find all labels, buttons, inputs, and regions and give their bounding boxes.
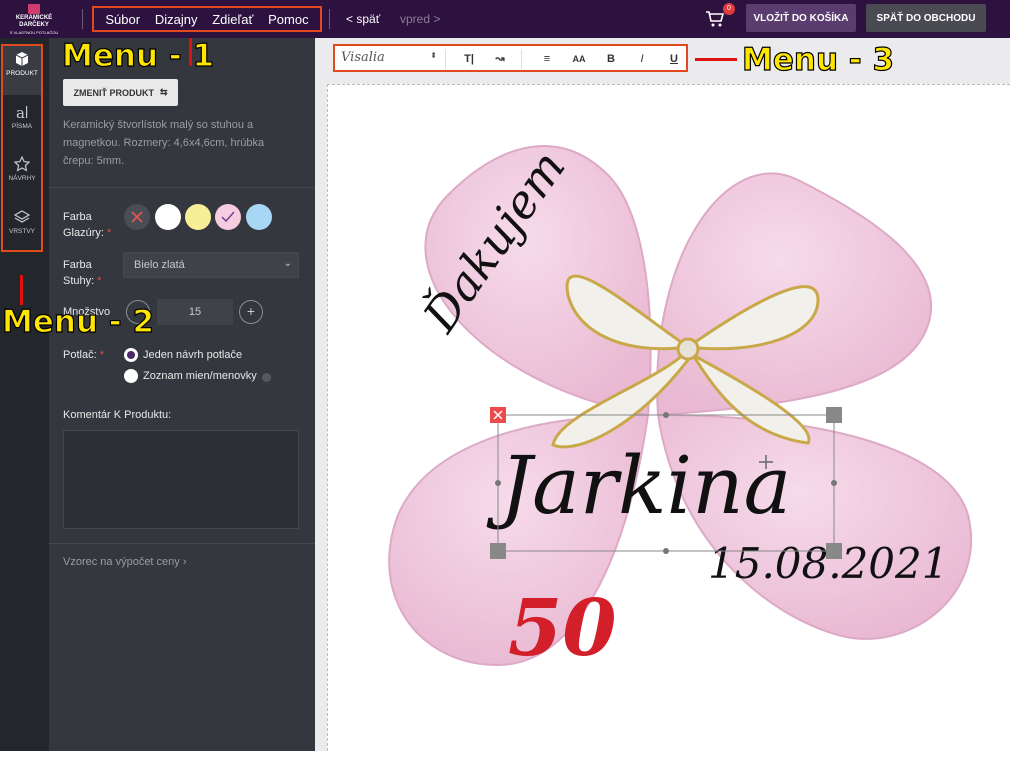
logo[interactable]: KERAMICKÉ DARČEKY S VLASTNOU POTLAČOU	[4, 4, 64, 35]
arrow-up-icon	[189, 38, 192, 66]
gift-icon	[28, 4, 40, 14]
divider	[329, 9, 330, 29]
logo-line2: S VLASTNOU POTLAČOU	[9, 30, 59, 35]
divider	[82, 9, 83, 29]
glaze-color-yellow[interactable]	[185, 204, 211, 230]
required-mark: *	[107, 227, 112, 239]
chevron-updown-icon: ⬍	[430, 51, 437, 60]
comment-label: Komentár K Produktu:	[63, 409, 172, 421]
back-to-shop-button[interactable]: SPÄŤ DO OBCHODU	[866, 4, 986, 32]
font-name: Visalia	[341, 50, 385, 65]
glaze-color-blue[interactable]	[246, 204, 272, 230]
ribbon-color-select[interactable]: Bielo zlatá ⌄	[123, 252, 299, 278]
menu-file[interactable]: Súbor	[105, 12, 140, 27]
glaze-label-1: Farba	[63, 211, 92, 223]
comment-textarea[interactable]	[63, 430, 299, 529]
glaze-label-2: Glazúry:	[63, 227, 104, 239]
price-formula-link[interactable]: Vzorec na výpočet ceny ›	[63, 556, 187, 568]
print-label: Potlač: *	[63, 347, 104, 363]
print-option-single-radio[interactable]	[124, 348, 138, 362]
menu-share[interactable]: Zdieľať	[212, 12, 253, 27]
top-bar: KERAMICKÉ DARČEKY S VLASTNOU POTLAČOU Sú…	[0, 0, 1010, 38]
chevron-down-icon: ⌄	[283, 258, 292, 269]
design-name[interactable]: Jarkina	[486, 439, 791, 532]
swap-icon: ⇆	[159, 87, 168, 97]
menu-2-annotation: Menu - 2	[1, 303, 155, 340]
menu-help[interactable]: Pomoc	[268, 12, 308, 27]
top-handle[interactable]	[663, 412, 669, 418]
ribbon-label-1: Farba	[63, 259, 92, 271]
change-product-label: ZMENIŤ PRODUKT	[73, 87, 154, 98]
rotate-handle[interactable]	[826, 407, 842, 423]
divider	[49, 543, 315, 544]
product-panel: ZMENIŤ PRODUKT ⇆ Keramický štvorlístok m…	[49, 38, 315, 751]
info-icon[interactable]	[262, 373, 271, 382]
undo-button[interactable]: < späť	[346, 12, 380, 26]
glaze-none-option[interactable]	[124, 204, 150, 230]
menu-3-annotation: Menu - 3	[741, 41, 895, 78]
redo-button[interactable]: vpred >	[400, 12, 440, 26]
menu-2-highlight	[1, 44, 43, 252]
print-label-text: Potlač:	[63, 349, 97, 361]
add-to-cart-button[interactable]: VLOŽIŤ DO KOŠÍKA	[746, 4, 856, 32]
bottom-handle[interactable]	[663, 548, 669, 554]
cart-count-badge: 0	[723, 3, 735, 15]
font-select[interactable]: Visalia ⬍	[341, 50, 437, 68]
chevron-right-icon: ›	[182, 556, 187, 568]
divider	[445, 49, 446, 69]
price-formula-label: Vzorec na výpočet ceny	[63, 556, 180, 568]
ribbon-label: Farba Stuhy: *	[63, 257, 102, 289]
arrow-left-icon	[695, 58, 737, 61]
ribbon-label-2: Stuhy:	[63, 275, 95, 287]
glaze-label: Farba Glazúry: *	[63, 209, 111, 241]
check-icon	[221, 211, 235, 223]
text-toolbar: Visalia ⬍ T| ↝ ≡ AA B I U	[333, 44, 688, 72]
curve-text-icon[interactable]: ↝	[490, 50, 510, 68]
divider	[521, 49, 522, 69]
resize-handle[interactable]	[826, 543, 842, 559]
font-case-icon[interactable]: AA	[569, 50, 589, 68]
required-mark: *	[97, 275, 102, 287]
print-option-list-radio[interactable]	[124, 369, 138, 383]
italic-icon[interactable]: I	[632, 50, 652, 68]
text-size-icon[interactable]: T|	[459, 50, 479, 68]
design-number[interactable]: 50	[508, 583, 617, 674]
left-handle[interactable]	[495, 480, 501, 486]
print-option-single-label[interactable]: Jeden návrh potlače	[143, 349, 242, 361]
product-preview: Ďakujem Jarkina 15.08.2021 50	[388, 140, 973, 674]
print-option-list-label[interactable]: Zoznam mien/menovky	[143, 370, 257, 382]
underline-icon[interactable]: U	[664, 50, 684, 68]
main-menu: Súbor Dizajny Zdieľať Pomoc	[92, 6, 322, 32]
ribbon-color-value: Bielo zlatá	[134, 259, 185, 271]
divider	[49, 187, 315, 188]
product-description: Keramický štvorlístok malý so stuhou a m…	[63, 119, 265, 167]
arrow-up-icon	[20, 275, 23, 305]
design-workarea[interactable]: Ďakujem Jarkina 15.08.2021 50	[327, 84, 1010, 751]
bold-icon[interactable]: B	[601, 50, 621, 68]
right-handle[interactable]	[831, 480, 837, 486]
close-icon	[131, 211, 143, 223]
align-icon[interactable]: ≡	[537, 50, 557, 68]
required-mark: *	[99, 349, 104, 361]
change-product-button[interactable]: ZMENIŤ PRODUKT ⇆	[63, 79, 178, 106]
glaze-color-pink[interactable]	[215, 204, 241, 230]
quantity-input[interactable]: 15	[157, 299, 233, 325]
layer-handle[interactable]	[490, 543, 506, 559]
quantity-increase-button[interactable]: +	[239, 300, 263, 324]
cart-icon[interactable]	[705, 10, 725, 28]
glaze-color-white[interactable]	[155, 204, 181, 230]
menu-designs[interactable]: Dizajny	[155, 12, 198, 27]
logo-line1: KERAMICKÉ DARČEKY	[15, 15, 53, 28]
